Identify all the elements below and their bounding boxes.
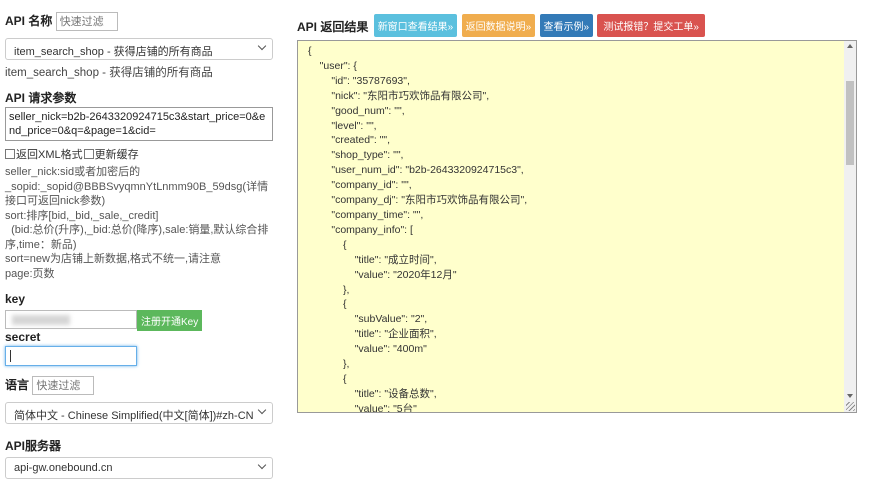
help-line: sort=new为店铺上新数据,格式不统一,请注意 — [5, 253, 222, 265]
help-line: seller_nick:sid或者加密后的_sopid:_sopid@BBBSv… — [5, 166, 269, 207]
scrollbar[interactable] — [844, 41, 856, 412]
resize-grip-icon[interactable] — [846, 402, 855, 411]
language-row: 语言 — [5, 376, 95, 396]
language-selected: 简体中文 - Chinese Simplified(中文[简体])#zh-CN — [14, 410, 254, 422]
chevron-down-icon — [257, 460, 267, 470]
language-label: 语言 — [5, 378, 30, 392]
api-description: item_search_shop - 获得店铺的所有商品 — [5, 67, 213, 79]
report-error-button[interactable]: 测试报错？提交工单» — [597, 14, 705, 37]
text-cursor — [10, 350, 11, 362]
param-help: seller_nick:sid或者加密后的_sopid:_sopid@BBBSv… — [5, 165, 273, 281]
register-key-button[interactable]: 注册开通Key — [137, 310, 203, 331]
update-cache-label: 更新缓存 — [94, 149, 139, 161]
api-name-label: API 名称 — [5, 14, 53, 28]
language-select[interactable]: 简体中文 - Chinese Simplified(中文[简体])#zh-CN — [5, 402, 273, 424]
help-line: (bid:总价(升序),_bid:总价(降序),sale:销量,默认综合排序,t… — [5, 224, 269, 251]
xml-format-label: 返回XML格式 — [16, 149, 83, 161]
api-name-select[interactable]: item_search_shop - 获得店铺的所有商品 — [5, 38, 273, 60]
view-example-button[interactable]: 查看示例» — [539, 14, 594, 37]
server-select[interactable]: api-gw.onebound.cn — [5, 457, 273, 479]
help-line: sort:排序[bid,_bid,_sale,_credit] — [5, 209, 159, 222]
result-label: API 返回结果 — [297, 20, 369, 35]
scroll-down-arrow-icon[interactable] — [847, 394, 853, 398]
key-input[interactable] — [5, 310, 137, 329]
xml-format-checkbox[interactable] — [5, 149, 15, 159]
chevron-down-icon — [257, 405, 267, 415]
request-params-input[interactable]: seller_nick=b2b-2643320924715c3&start_pr… — [5, 107, 273, 141]
result-toolbar: API 返回结果 新窗口查看结果» 返回数据说明» 查看示例» 测试报错？提交工… — [297, 14, 706, 37]
key-row: 注册开通Key — [5, 310, 203, 331]
result-textarea[interactable]: { "user": { "id": "35787693", "nick": "东… — [297, 40, 857, 413]
help-line: page:页数 — [5, 267, 55, 280]
api-name-filter-input[interactable] — [55, 12, 118, 32]
server-selected: api-gw.onebound.cn — [14, 462, 113, 474]
key-label: key — [5, 292, 26, 306]
api-name-row: API 名称 — [5, 12, 118, 32]
new-window-button[interactable]: 新窗口查看结果» — [373, 14, 458, 37]
server-label: API服务器 — [5, 439, 62, 453]
language-filter-input[interactable] — [32, 376, 95, 396]
options-row: 返回XML格式 更新缓存 — [5, 146, 139, 162]
api-name-selected: item_search_shop - 获得店铺的所有商品 — [14, 46, 213, 58]
result-json: { "user": { "id": "35787693", "nick": "东… — [308, 45, 528, 413]
data-doc-button[interactable]: 返回数据说明» — [461, 14, 536, 37]
secret-label: secret — [5, 330, 41, 344]
request-params-label: API 请求参数 — [5, 91, 77, 105]
scrollbar-thumb[interactable] — [846, 81, 854, 165]
update-cache-checkbox[interactable] — [83, 149, 94, 159]
scroll-up-arrow-icon[interactable] — [847, 44, 853, 48]
secret-input[interactable] — [5, 346, 137, 366]
chevron-down-icon — [257, 41, 267, 51]
